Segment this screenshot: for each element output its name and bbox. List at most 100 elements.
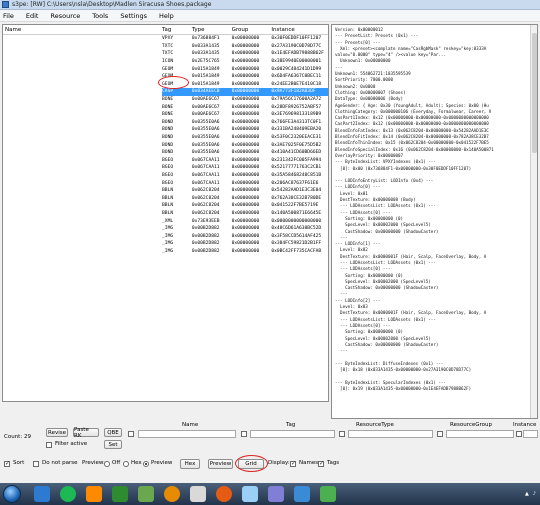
cell-name: [3, 50, 162, 58]
table-row[interactable]: BGEO 0x067CAA11 0x00000000 0x52177771763C2C…: [3, 164, 328, 172]
sort-checkbox[interactable]: [4, 460, 10, 467]
column-header-type[interactable]: Type: [192, 27, 232, 33]
set-button[interactable]: Set: [104, 440, 122, 449]
table-row[interactable]: BOND 0x0355E0A6 0x00000000 0x410A41CD60BD66…: [3, 149, 328, 157]
name-filter-checkbox[interactable]: [128, 431, 134, 437]
cell-name: [3, 73, 162, 81]
taskbar-window-icon[interactable]: [242, 486, 258, 502]
table-row[interactable]: BBLN 0x062C8204 0x00000000 0x762A38CE32B780…: [3, 194, 328, 202]
menu-help[interactable]: Help: [159, 12, 174, 20]
table-row[interactable]: TXTC 0x033A1435 0x00000000 0x27A3190C0D78D7…: [3, 43, 328, 51]
taskbar-photoshop-icon[interactable]: [294, 486, 310, 502]
preview-button[interactable]: Preview: [208, 459, 233, 469]
resource-text-view[interactable]: Version: 0x00000012 --- PresetList: Prese…: [331, 24, 538, 419]
cell-tag: TXTC: [162, 51, 174, 57]
text-scrollbar[interactable]: [530, 25, 537, 418]
qbe-button[interactable]: QBE: [104, 428, 122, 437]
column-header-instance[interactable]: Instance: [271, 27, 328, 33]
revise-button[interactable]: Revise: [46, 428, 68, 437]
cell-group: 0x00000000: [231, 203, 260, 209]
taskbar-firefox-icon[interactable]: [216, 486, 232, 502]
table-row[interactable]: TXTC 0x033A1435 0x00000000 0x1E4EFADB79888B…: [3, 50, 328, 58]
table-row[interactable]: CASP 0x034AEECB 0x00000000 0x9A773F182AB3DF: [3, 88, 328, 96]
table-row[interactable]: BOND 0x0355E0A6 0x00000000 0x331BA248409EBA…: [3, 126, 328, 134]
taskbar-paint-icon[interactable]: [268, 486, 284, 502]
preview-preview-radio[interactable]: [143, 461, 149, 467]
menu-tools[interactable]: Tools: [92, 12, 108, 20]
table-row[interactable]: BGEO 0x067CAA11 0x00000000 0x35A58468248C85…: [3, 172, 328, 180]
tag-filter-checkbox[interactable]: [241, 431, 247, 437]
resource-list[interactable]: Name Tag Type Group Instance VPXY 0x73688…: [2, 24, 329, 402]
table-row[interactable]: BBLN 0x062C8204 0x00000000 0x54282AAD1E3C3E…: [3, 187, 328, 195]
table-row[interactable]: VPXY 0x736884F1 0x00000000 0x30F0EDDF10FF12…: [3, 35, 328, 43]
taskbar-explorer-icon[interactable]: [34, 486, 50, 502]
table-row[interactable]: BOND 0x0355E0A6 0x00000000 0x53F0C2320EEACE…: [3, 134, 328, 142]
table-row[interactable]: BONE 0x00AE6C67 0x00000000 0x28DF8926752ABF…: [3, 103, 328, 111]
table-row[interactable]: BBLN 0x062C8204 0x00000000 0x140A500871E664…: [3, 210, 328, 218]
preview-off-radio[interactable]: [104, 461, 110, 467]
table-row[interactable]: _IMG 0x00B2D882 0x00000000 0x3F58CCD5614AF4…: [3, 232, 328, 240]
preview-hex-radio[interactable]: [123, 461, 129, 467]
taskbar-spotify-icon[interactable]: [60, 486, 76, 502]
group-filter-checkbox[interactable]: [437, 431, 443, 437]
table-row[interactable]: BBLN 0x062C8204 0x00000000 0x041522F7BE5719…: [3, 202, 328, 210]
filter-tag-input[interactable]: [250, 430, 335, 438]
table-row[interactable]: _IMG 0x00B2D882 0x00000000 0x48C6D61A638BC5…: [3, 225, 328, 233]
preview-hex-label: Hex: [131, 460, 142, 466]
filter-resourcetype-input[interactable]: [348, 430, 433, 438]
menu-settings[interactable]: Settings: [120, 12, 147, 20]
taskbar-sims-icon[interactable]: [112, 486, 128, 502]
table-row[interactable]: BOND 0x0355E0A6 0x00000000 0x766FE3A4313TC0…: [3, 119, 328, 127]
taskbar-s3pe-icon[interactable]: [138, 486, 154, 502]
names-checkbox[interactable]: [290, 460, 296, 467]
cell-name: [3, 65, 162, 73]
filter-active-checkbox[interactable]: [46, 442, 52, 448]
table-row[interactable]: BGEO 0x067CAA11 0x00000000 0x206AC87637F61E…: [3, 179, 328, 187]
column-header-group[interactable]: Group: [232, 27, 272, 33]
cell-name: [3, 187, 162, 195]
grid-button[interactable]: Grid: [238, 459, 264, 469]
menu-file[interactable]: File: [3, 12, 14, 20]
taskbar-app-icon[interactable]: [86, 486, 102, 502]
taskbar-folder-icon[interactable]: [190, 486, 206, 502]
menu-edit[interactable]: Edit: [26, 12, 39, 20]
table-row[interactable]: _IMG 0x00B2D882 0x00000000 0x0BC42FF735CACF…: [3, 248, 328, 256]
start-button[interactable]: [3, 485, 21, 503]
cell-instance: 0x041522F7BE5719E: [271, 203, 319, 209]
tray-flag-icon[interactable]: ▲: [525, 491, 529, 497]
cell-tag: BONE: [162, 104, 174, 110]
tray-volume-icon[interactable]: ♪: [533, 491, 536, 497]
cell-group: 0x00000000: [231, 43, 260, 49]
table-row[interactable]: BONE 0x00AE6C67 0x00000000 0x3E769698133189…: [3, 111, 328, 119]
cell-tag: CASP: [162, 89, 174, 95]
instance-filter-checkbox[interactable]: [516, 431, 522, 437]
filter-resourcegroup-input[interactable]: [446, 430, 514, 438]
text-scrollbar-thumb[interactable]: [532, 33, 537, 153]
column-header-name[interactable]: Name: [3, 27, 162, 33]
tags-checkbox[interactable]: [318, 460, 324, 467]
table-row[interactable]: GEOM 0x015A1849 0x00000000 0x6D4FA6367C0BEC…: [3, 73, 328, 81]
cell-instance: 0x140A500871E6645E: [271, 210, 322, 216]
table-row[interactable]: _IMG 0x00B2D882 0x00000000 0x384FC59821D2B1…: [3, 240, 328, 248]
paste-rk-button[interactable]: Paste RK: [73, 427, 99, 439]
cell-tag: BGEO: [162, 165, 174, 171]
taskbar-blender-icon[interactable]: [164, 486, 180, 502]
table-row[interactable]: BGEO 0x067CAA11 0x00000000 0x231342FC005FA9…: [3, 157, 328, 165]
cell-type: 0x034AEECB: [191, 89, 220, 95]
menu-resource[interactable]: Resource: [50, 12, 80, 20]
display-label: Display:: [268, 460, 290, 466]
table-row[interactable]: GEOM 0x015A1849 0x00000000 0x0029C484241D1D…: [3, 65, 328, 73]
table-row[interactable]: BONE 0x00AE6C67 0x00000000 0x79A56C17600A2A…: [3, 96, 328, 104]
filter-instance-input[interactable]: [523, 430, 538, 438]
type-filter-checkbox[interactable]: [339, 431, 345, 437]
table-row[interactable]: _XML 0x73E93EEB 0x00000000 0x00000000000000…: [3, 217, 328, 225]
filter-name-input[interactable]: [138, 430, 236, 438]
hex-button[interactable]: Hex: [180, 459, 200, 469]
taskbar-sims-2-icon[interactable]: [320, 486, 336, 502]
table-row[interactable]: ICON 0x2E75C765 0x00000000 0x38E9940E000000…: [3, 58, 328, 66]
do-not-parse-checkbox[interactable]: [33, 461, 39, 467]
column-header-tag[interactable]: Tag: [162, 27, 192, 33]
cell-type: 0x0355E0A6: [191, 127, 220, 133]
table-row[interactable]: BOND 0x0355E0A6 0x00000000 0x3AE7025F0E75D5…: [3, 141, 328, 149]
table-row[interactable]: GEOM 0x015A1849 0x00000000 0x24EE2B0E7E410C…: [3, 81, 328, 89]
